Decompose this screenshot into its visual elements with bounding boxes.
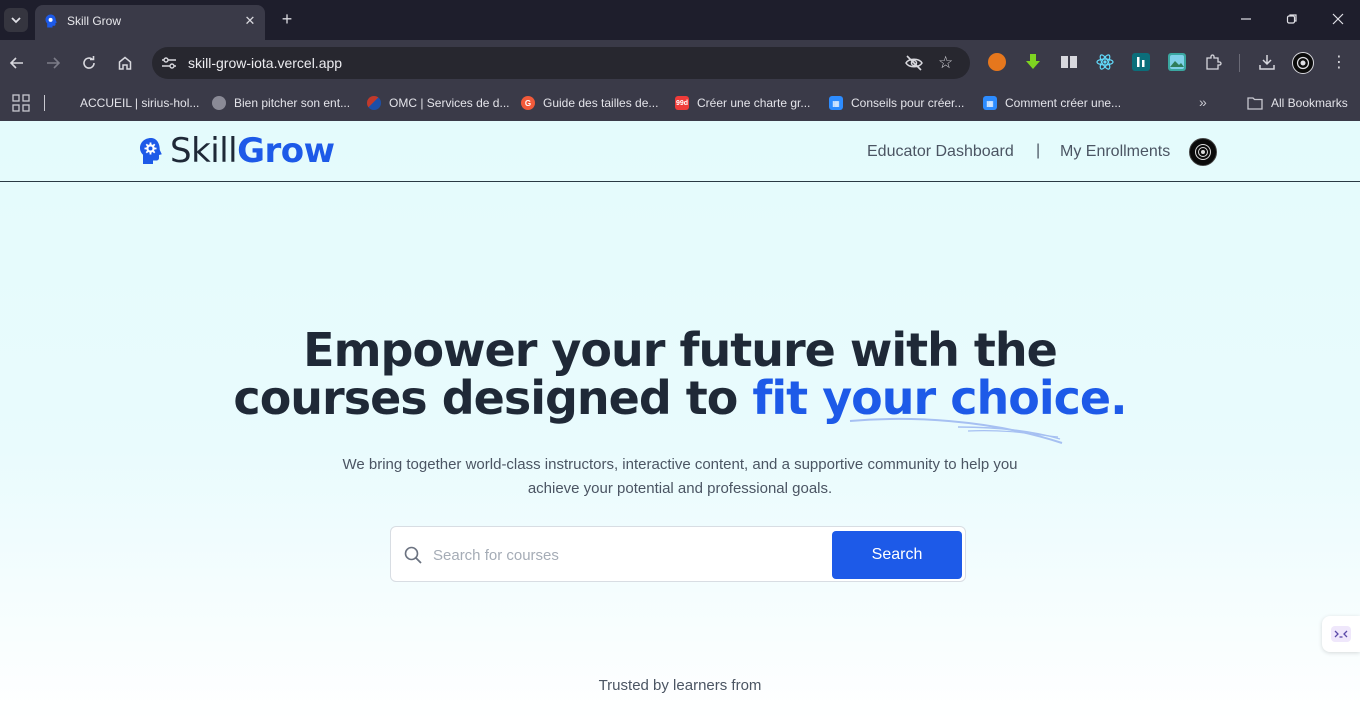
browser-tab-active[interactable]: Skill Grow ✕ — [35, 5, 265, 40]
bookmark-item[interactable]: ACCUEIL | sirius-hol... — [58, 92, 199, 114]
hero-underline-swoosh-icon — [849, 417, 1063, 444]
react-devtools-icon[interactable] — [1096, 53, 1114, 71]
bookmark-star-icon[interactable]: ☆ — [938, 53, 956, 73]
devtools-widget-button[interactable] — [1322, 616, 1360, 652]
tab-search-button[interactable] — [4, 8, 28, 32]
bar-chart-extension-icon[interactable] — [1132, 53, 1150, 71]
code-widget-icon — [1331, 626, 1351, 642]
bookmark-label: Bien pitcher son ent... — [234, 96, 351, 110]
browser-toolbar: skill-grow-iota.vercel.app ☆ ⋮ — [0, 40, 1360, 86]
bookmark-item[interactable]: ▦ Conseils pour créer... — [829, 92, 964, 114]
toolbar-divider — [1239, 54, 1240, 72]
metamask-fox-icon[interactable] — [988, 53, 1006, 71]
hero-title-line1: Empower your future with the — [303, 323, 1058, 377]
browser-tab-strip: Skill Grow ✕ + — [0, 0, 1360, 40]
reload-icon[interactable] — [78, 52, 100, 74]
educator-dashboard-link[interactable]: Educator Dashboard — [867, 143, 1014, 161]
user-avatar[interactable] — [1189, 138, 1217, 166]
bookmark-label: Créer une charte gr... — [697, 96, 811, 110]
more-bookmarks-chevron-icon[interactable]: » — [1199, 94, 1207, 110]
hero-title: Empower your future with the courses des… — [0, 326, 1360, 422]
nav-divider: | — [1036, 142, 1041, 159]
hero-subtitle: We bring together world-class instructor… — [342, 456, 1018, 497]
99d-logo-icon: 99d — [675, 96, 689, 110]
search-icon — [404, 546, 422, 564]
url-text[interactable]: skill-grow-iota.vercel.app — [188, 55, 342, 71]
bookmark-label: Comment créer une... — [1005, 96, 1122, 110]
folder-icon — [1247, 97, 1263, 110]
back-arrow-icon[interactable] — [6, 52, 28, 74]
apps-grid-icon[interactable] — [12, 94, 30, 112]
close-tab-icon[interactable]: ✕ — [241, 12, 259, 30]
search-input[interactable] — [433, 537, 813, 573]
bookmark-label: ACCUEIL | sirius-hol... — [80, 96, 200, 110]
download-arrow-extension-icon[interactable] — [1024, 53, 1042, 71]
bookmark-label: Guide des tailles de... — [543, 96, 659, 110]
forward-arrow-icon[interactable] — [42, 52, 64, 74]
my-enrollments-link[interactable]: My Enrollments — [1060, 143, 1170, 161]
g-logo-icon: G — [521, 96, 535, 110]
reader-book-icon[interactable] — [1060, 53, 1078, 71]
restore-window-icon[interactable] — [1282, 9, 1302, 29]
logo-grow-text: Grow — [237, 131, 335, 171]
hero-title-line2: courses designed to — [233, 371, 753, 425]
bookmark-label: OMC | Services de d... — [389, 96, 510, 110]
eye-off-icon[interactable] — [904, 54, 924, 72]
site-logo[interactable]: SkillGrow — [138, 131, 335, 171]
tab-title: Skill Grow — [67, 14, 122, 28]
page-content: SkillGrow Educator Dashboard | My Enroll… — [0, 121, 1360, 720]
minimize-window-icon[interactable] — [1236, 9, 1256, 29]
grid-logo-icon: ▦ — [829, 96, 843, 110]
image-extension-icon[interactable] — [1168, 53, 1186, 71]
site-settings-icon[interactable] — [160, 54, 178, 72]
blank-page-icon — [58, 96, 72, 110]
trusted-by-label: Trusted by learners from — [598, 677, 762, 694]
all-bookmarks-button[interactable]: All Bookmarks — [1247, 92, 1348, 114]
bookmark-label: Conseils pour créer... — [851, 96, 965, 110]
logo-wordmark: SkillGrow — [170, 131, 335, 171]
bookmark-item[interactable]: ▦ Comment créer une... — [983, 92, 1121, 114]
new-tab-icon[interactable]: + — [277, 9, 297, 29]
bookmark-item[interactable]: 99d Créer une charte gr... — [675, 92, 810, 114]
skillgrow-favicon-icon — [45, 14, 57, 28]
downloads-icon[interactable] — [1258, 53, 1276, 71]
chevron-down-icon — [11, 17, 21, 24]
home-icon[interactable] — [114, 52, 136, 74]
bookmark-item[interactable]: G Guide des tailles de... — [521, 92, 658, 114]
course-search-bar: Search — [390, 526, 966, 582]
bookmark-item[interactable]: OMC | Services de d... — [367, 92, 510, 114]
close-window-icon[interactable] — [1328, 9, 1348, 29]
site-navbar: SkillGrow Educator Dashboard | My Enroll… — [0, 121, 1360, 182]
profile-avatar-icon[interactable] — [1292, 52, 1314, 74]
all-bookmarks-label: All Bookmarks — [1271, 96, 1348, 110]
bookmarks-bar: ACCUEIL | sirius-hol... Bien pitcher son… — [0, 86, 1360, 121]
extensions-puzzle-icon[interactable] — [1204, 53, 1222, 71]
grid-logo-icon: ▦ — [983, 96, 997, 110]
bookmark-item[interactable]: Bien pitcher son ent... — [212, 92, 350, 114]
bookmarks-divider — [44, 95, 45, 111]
search-button[interactable]: Search — [832, 531, 962, 579]
globe-icon — [212, 96, 226, 110]
brain-head-logo-icon — [140, 138, 162, 164]
browser-menu-icon[interactable]: ⋮ — [1331, 52, 1347, 74]
logo-skill-text: Skill — [170, 131, 238, 171]
omc-logo-icon — [367, 96, 381, 110]
address-bar[interactable]: skill-grow-iota.vercel.app ☆ — [152, 47, 970, 79]
user-avatar-icon — [1195, 144, 1211, 160]
